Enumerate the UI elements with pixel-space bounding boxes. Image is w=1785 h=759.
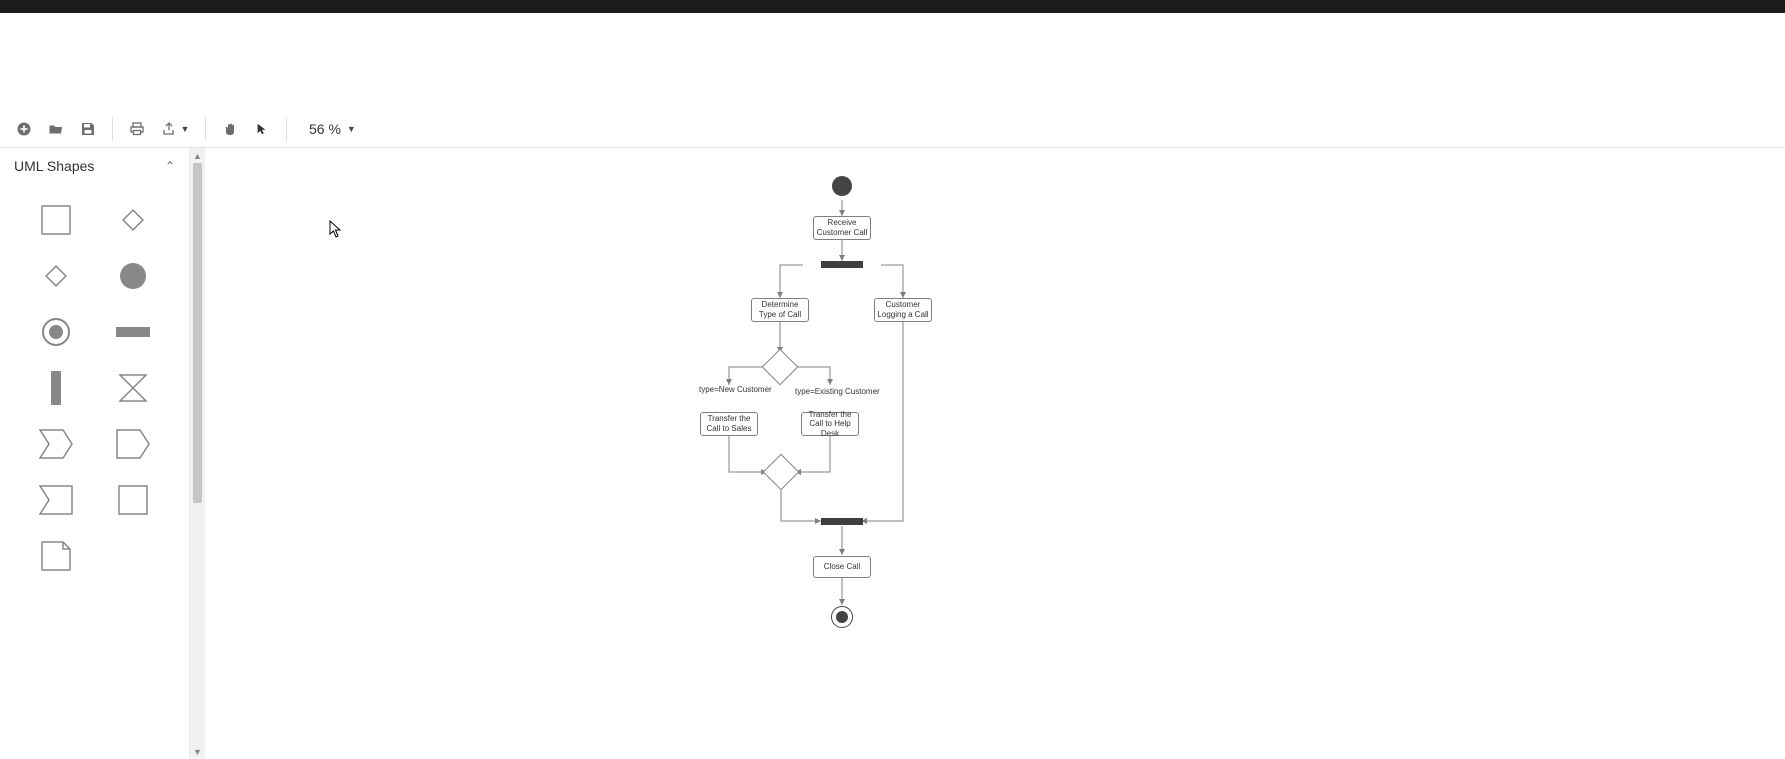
initial-node[interactable] <box>832 176 852 196</box>
final-node[interactable] <box>831 606 853 628</box>
shape-decision[interactable] <box>115 202 151 238</box>
separator <box>112 117 113 141</box>
activity-transfer-helpdesk[interactable]: Transfer the Call to Help Desk <box>801 412 859 436</box>
open-button[interactable] <box>42 115 70 143</box>
window-top-bar <box>0 0 1785 13</box>
shape-note[interactable] <box>38 538 74 574</box>
pan-tool-button[interactable] <box>216 115 244 143</box>
activity-close-call[interactable]: Close Call <box>813 556 871 578</box>
sidebar-scrollbar[interactable]: ▲ ▼ <box>190 148 205 759</box>
scroll-down-arrow[interactable]: ▼ <box>190 744 205 759</box>
shape-initial-node[interactable] <box>115 258 151 294</box>
cursor-icon <box>329 220 343 238</box>
chevron-down-icon: ▼ <box>347 124 356 134</box>
print-button[interactable] <box>123 115 151 143</box>
chevron-up-icon: ⌃ <box>165 159 175 173</box>
header-blank <box>0 13 1785 110</box>
toolbar: ▼ 56 % ▼ <box>0 110 1785 148</box>
activity-transfer-sales[interactable]: Transfer the Call to Sales <box>700 412 758 436</box>
zoom-value: 56 % <box>309 121 341 137</box>
edge-label-new-customer: type=New Customer <box>699 385 772 394</box>
scroll-thumb[interactable] <box>193 163 202 503</box>
shape-merge[interactable] <box>38 258 74 294</box>
separator <box>286 117 287 141</box>
activity-receive-call[interactable]: Receive Customer Call <box>813 216 871 240</box>
shape-fork-horizontal[interactable] <box>115 314 151 350</box>
activity-customer-logging[interactable]: Customer Logging a Call <box>874 298 932 322</box>
shape-final-node[interactable] <box>38 314 74 350</box>
shape-accept-flag[interactable] <box>38 482 74 518</box>
palette-title: UML Shapes <box>14 158 94 174</box>
shape-rectangle[interactable] <box>38 202 74 238</box>
edge-label-existing-customer: type=Existing Customer <box>795 387 880 396</box>
new-button[interactable] <box>10 115 38 143</box>
shape-time-event[interactable] <box>115 370 151 406</box>
zoom-dropdown[interactable]: 56 % ▼ <box>309 121 356 137</box>
pointer-tool-button[interactable] <box>248 115 276 143</box>
export-button[interactable]: ▼ <box>155 115 195 143</box>
decision-node-1[interactable] <box>762 349 799 386</box>
scroll-up-arrow[interactable]: ▲ <box>190 148 205 163</box>
join-bar[interactable] <box>821 518 863 525</box>
shape-accept-event[interactable] <box>38 426 74 462</box>
diagram-canvas[interactable]: Receive Customer Call Determine Type of … <box>205 148 1785 759</box>
activity-determine-type[interactable]: Determine Type of Call <box>751 298 809 322</box>
shape-send-signal[interactable] <box>115 426 151 462</box>
palette-header[interactable]: UML Shapes ⌃ <box>0 148 189 184</box>
shape-square[interactable] <box>115 482 151 518</box>
separator <box>205 117 206 141</box>
save-button[interactable] <box>74 115 102 143</box>
shape-fork-vertical[interactable] <box>38 370 74 406</box>
shape-grid <box>0 184 189 592</box>
merge-node[interactable] <box>763 454 800 491</box>
shape-palette-sidebar: UML Shapes ⌃ <box>0 148 190 759</box>
fork-bar-1[interactable] <box>821 261 863 268</box>
